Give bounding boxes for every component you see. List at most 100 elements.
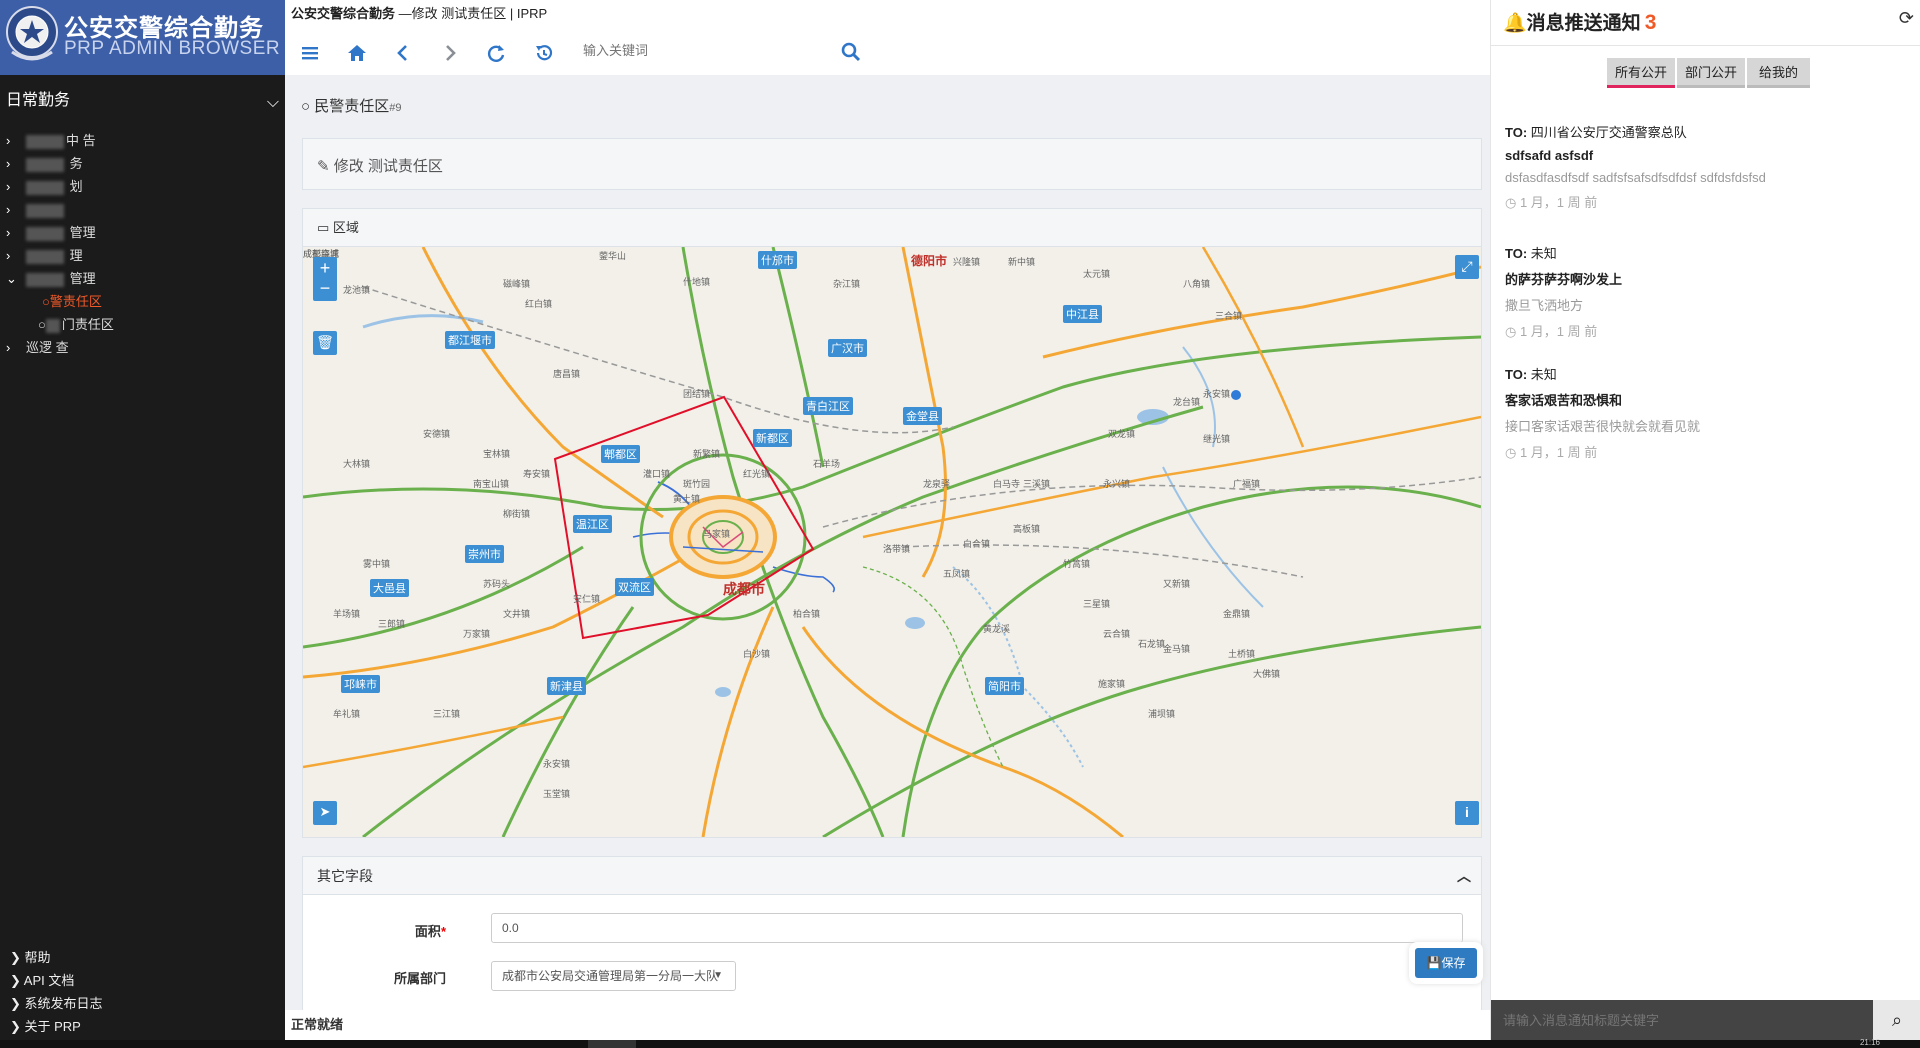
- tab-to-me[interactable]: 给我的: [1747, 58, 1811, 88]
- forward-icon[interactable]: [439, 42, 461, 64]
- other-fields-panel: 其它字段 ︿: [302, 856, 1482, 1036]
- map-town-label: 广福镇: [1233, 479, 1261, 489]
- map-city-label: 新津县: [547, 677, 586, 695]
- map-city-label: 简阳市: [985, 677, 1024, 695]
- map-town-label: 八角镇: [1183, 279, 1211, 289]
- map-town-label: 浦坝镇: [1148, 709, 1176, 719]
- chevron-right-icon: ›: [6, 133, 11, 148]
- trash-icon[interactable]: 🗑: [313, 331, 337, 355]
- notice-title: sdfsafd asfsdf: [1505, 148, 1594, 163]
- notice-body: 撒旦飞洒地方: [1505, 298, 1584, 313]
- police-badge-logo: [6, 6, 58, 61]
- map-town-label: 玉堂镇: [543, 789, 571, 799]
- menu-section-daily-duty[interactable]: 日常勤务 ⌵: [0, 86, 285, 116]
- status-bar: 正常就绪: [285, 1010, 1490, 1040]
- zoom-out-button[interactable]: −: [313, 277, 337, 301]
- map-town-label: 太元镇: [1083, 269, 1111, 279]
- search-icon[interactable]: [839, 40, 863, 64]
- brand-subtitle: PRP ADMIN BROWSER: [64, 38, 281, 59]
- map-town-label: 永兴镇: [1103, 479, 1131, 489]
- refresh-icon[interactable]: [485, 42, 507, 64]
- sidebar-item-6[interactable]: › 理: [0, 245, 83, 267]
- circle-icon: ○: [301, 98, 315, 115]
- notice-item[interactable]: TO: 未知 客家话艰苦和恐惧和 接口客家话艰苦很快就会就看见就 ◷ 1 月，1…: [1505, 364, 1905, 461]
- search-icon[interactable]: ⌕: [1873, 1000, 1920, 1040]
- map-town-label: 龙池镇: [343, 285, 371, 295]
- clock-icon: ◷: [1505, 195, 1520, 210]
- area-input[interactable]: 0.0: [491, 913, 1463, 943]
- fullscreen-icon[interactable]: ⤢: [1455, 255, 1479, 279]
- sidebar-item-patrol[interactable]: › 巡逻 查: [0, 337, 69, 359]
- notice-time: ◷ 1 月，1 周 前: [1505, 445, 1598, 460]
- notification-count: 3: [1644, 11, 1657, 34]
- help-link[interactable]: ❯ 帮助: [0, 946, 285, 969]
- notification-search-input[interactable]: [1503, 1008, 1843, 1032]
- map-town-label: 洛带镇: [883, 544, 911, 554]
- map-city-label: 什邡市: [758, 251, 797, 269]
- map-town-label: 金马镇: [1163, 644, 1191, 654]
- sidebar-subitem-dept-zone[interactable]: ○ 门责任区: [38, 314, 114, 336]
- circle-icon: ○: [42, 294, 50, 309]
- back-icon[interactable]: [392, 42, 414, 64]
- refresh-icon[interactable]: ⟳: [1899, 8, 1914, 29]
- sidebar-item-7-expanded[interactable]: ⌄ 管理: [0, 268, 96, 290]
- notification-header: 🔔消息推送通知 3 ⟳: [1491, 0, 1920, 46]
- map-town-label: 安德镇: [423, 429, 451, 439]
- history-icon[interactable]: [533, 42, 555, 64]
- map-town-label: 新繁镇: [693, 449, 721, 459]
- map-town-label: 黄土镇: [673, 494, 701, 504]
- other-fields-header[interactable]: 其它字段 ︿: [303, 857, 1481, 895]
- sidebar-subitem-police-zone[interactable]: ○警责任区: [42, 291, 102, 313]
- locate-icon[interactable]: ➤: [313, 801, 337, 825]
- map-town-label: 白合镇: [963, 539, 991, 549]
- map-town-label: 唐昌镇: [553, 369, 581, 379]
- info-button[interactable]: i: [1455, 801, 1479, 825]
- map-town-label: 云合镇: [1103, 629, 1131, 639]
- sidebar-item-5[interactable]: › 管理: [0, 222, 96, 244]
- department-label: 所属部门: [393, 971, 446, 986]
- map-town-label: 三江镇: [433, 709, 461, 719]
- chevron-right-icon: ›: [6, 202, 11, 217]
- map-city-label: 温江区: [573, 515, 612, 533]
- map-city-label: 双流区: [615, 578, 654, 596]
- home-icon[interactable]: [346, 42, 368, 64]
- keyword-search-input[interactable]: [583, 38, 813, 62]
- department-select[interactable]: 成都市公安局交通管理局第一分局一大队 ▼: [491, 961, 736, 991]
- sidebar-bottom-links: ❯ 帮助 ❯ API 文档 ❯ 系统发布日志 ❯ 关于 PRP: [0, 946, 285, 1040]
- brand-header: 公安交警综合勤务 PRP ADMIN BROWSER: [0, 0, 285, 75]
- sidebar-item-2[interactable]: › 务: [0, 153, 83, 175]
- notice-item[interactable]: TO: 未知 的萨芬萨芬啊沙发上 撒旦飞洒地方 ◷ 1 月，1 周 前: [1505, 243, 1905, 340]
- sidebar-item-3[interactable]: › 划: [0, 176, 83, 198]
- sidebar-item-4[interactable]: ›: [0, 199, 66, 221]
- pencil-icon: ✎: [317, 158, 334, 175]
- chevron-down-icon[interactable]: ⌵: [267, 88, 279, 118]
- map-town-label: 羊场镇: [333, 609, 361, 619]
- arrow-circle-icon: ❯: [10, 1019, 25, 1034]
- release-log-link[interactable]: ❯ 系统发布日志: [0, 992, 285, 1015]
- map-town-label: 什地镇: [683, 277, 711, 287]
- taskbar-item[interactable]: [588, 1040, 636, 1048]
- map-town-label: 新中镇: [1008, 257, 1036, 267]
- tab-all-public[interactable]: 所有公开: [1607, 58, 1676, 88]
- tab-dept-public[interactable]: 部门公开: [1677, 58, 1746, 88]
- map-town-label: 红白镇: [525, 299, 553, 309]
- map-city-label: 邛崃市: [341, 675, 380, 693]
- map-town-label: 雾中镇: [363, 559, 391, 569]
- api-docs-link[interactable]: ❯ API 文档: [0, 969, 285, 992]
- map-city-label: 广汉市: [828, 339, 867, 357]
- map-city-label: 大邑县: [370, 579, 409, 597]
- menu-icon[interactable]: [299, 42, 321, 64]
- save-button[interactable]: 💾保存: [1415, 948, 1477, 978]
- chevron-right-icon: ›: [6, 248, 11, 263]
- notice-item[interactable]: TO: 四川省公安厅交通警察总队 sdfsafd asfsdf dsfasdfa…: [1505, 122, 1905, 211]
- top-toolbar: 公安交警综合勤务 —修改 测试责任区 | IPRP: [285, 0, 1490, 75]
- sidebar-item-1[interactable]: › 中 告: [0, 130, 96, 152]
- map-town-label: 三郎镇: [378, 619, 406, 629]
- about-link[interactable]: ❯ 关于 PRP: [0, 1015, 285, 1038]
- chevron-right-icon: ›: [6, 179, 11, 194]
- map-town-label: 柳街镇: [503, 509, 531, 519]
- map-town-label: 文井镇: [503, 609, 531, 619]
- map-town-label: 又新镇: [1163, 579, 1191, 589]
- chevron-up-icon[interactable]: ︿: [1457, 857, 1471, 895]
- map-canvas[interactable]: 什邡市 德阳市 中江县 都江堰市 广汉市 青白江区 金堂县 郫都区 新都区 温江区 崇州市 大邑县 双流…: [303, 247, 1481, 837]
